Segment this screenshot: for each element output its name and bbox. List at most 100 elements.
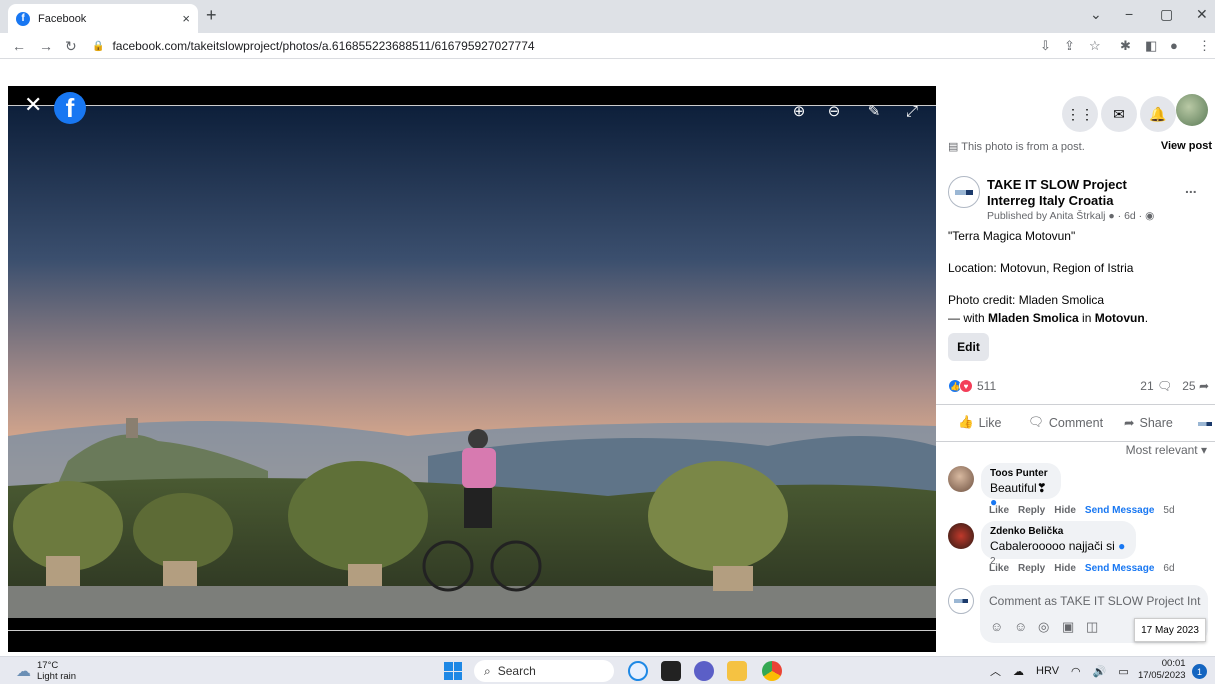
wifi-icon[interactable]: ◠ bbox=[1071, 665, 1081, 678]
chevron-up-icon[interactable]: ︿ bbox=[990, 663, 1001, 679]
edit-post-button[interactable]: Edit bbox=[948, 333, 989, 361]
view-post-link[interactable]: View post bbox=[1161, 140, 1212, 153]
reload-icon[interactable]: ↻ bbox=[65, 38, 77, 55]
notifications-bell-icon[interactable]: 🔔 bbox=[1140, 96, 1176, 132]
avatar-sticker-icon[interactable]: ☺ bbox=[990, 619, 1003, 634]
extensions-icon[interactable]: ✱ bbox=[1120, 38, 1131, 54]
reactions-count: 511 bbox=[977, 379, 997, 393]
weather-temp: 17°C bbox=[37, 660, 59, 671]
comment-input[interactable]: Comment as TAKE IT SLOW Project Int... bbox=[989, 594, 1201, 608]
comment-like-link[interactable]: Like bbox=[989, 505, 1009, 516]
with-prefix: — with bbox=[948, 311, 989, 325]
share-arrow-icon: ➦ bbox=[1198, 379, 1209, 393]
fullscreen-icon[interactable]: ⤢ bbox=[899, 98, 925, 124]
browser-menu-icon[interactable]: ⋮ bbox=[1198, 38, 1211, 54]
menu-grid-icon[interactable]: ⋮⋮ bbox=[1062, 96, 1098, 132]
window-close-button[interactable]: ✕ bbox=[1196, 6, 1208, 23]
comment-bubble: Zdenko Belička Cabalerooooo najjači si ●… bbox=[981, 521, 1136, 567]
side-panel-icon[interactable]: ◧ bbox=[1145, 38, 1157, 54]
comment-button[interactable]: 🗨 Comment bbox=[1028, 415, 1103, 430]
comment-sort-dropdown[interactable]: Most relevant ▾ bbox=[1126, 443, 1207, 457]
account-avatar[interactable] bbox=[1176, 94, 1208, 126]
browser-tab[interactable]: f Facebook × bbox=[8, 4, 198, 33]
tag-icon[interactable]: ✎ bbox=[861, 98, 887, 124]
weather-text: 17°C Light rain bbox=[37, 660, 76, 682]
page-avatar[interactable] bbox=[948, 176, 980, 208]
post-icon: ▤ bbox=[948, 141, 962, 153]
comment-hide-link[interactable]: Hide bbox=[1054, 505, 1076, 516]
viewer-bottom-divider bbox=[8, 630, 936, 631]
commenter-avatar[interactable] bbox=[948, 466, 974, 492]
page-identity-icon[interactable] bbox=[1198, 422, 1212, 426]
volume-icon[interactable]: 🔊 bbox=[1093, 665, 1107, 678]
close-viewer-button[interactable]: ✕ bbox=[24, 94, 42, 116]
sticker-icon[interactable]: ◫ bbox=[1086, 619, 1098, 635]
tagged-place-link[interactable]: Motovun bbox=[1095, 311, 1145, 325]
comment-like-link[interactable]: Like bbox=[989, 563, 1009, 574]
url-field[interactable]: 🔒 facebook.com/takeitslowproject/photos/… bbox=[92, 36, 1022, 56]
post-source-row: ▤ This photo is from a post. View post bbox=[948, 140, 1212, 153]
onedrive-icon[interactable]: ☁ bbox=[1013, 665, 1024, 678]
zoom-in-icon[interactable]: ⊕ bbox=[786, 98, 812, 124]
page-name-link[interactable]: TAKE IT SLOW Project Interreg Italy Croa… bbox=[987, 177, 1177, 209]
windows-start-icon[interactable] bbox=[444, 662, 462, 680]
comment-age[interactable]: 5d bbox=[1163, 505, 1174, 516]
zoom-out-icon[interactable]: ⊖ bbox=[821, 98, 847, 124]
forward-arrow-icon[interactable]: → bbox=[39, 38, 53, 54]
share-button[interactable]: ➦ Share bbox=[1124, 415, 1173, 431]
emoji-icon[interactable]: ☺ bbox=[1014, 619, 1027, 634]
sort-label: Most relevant bbox=[1125, 443, 1198, 457]
like-button[interactable]: 👍 Like bbox=[958, 415, 1002, 430]
camera-icon[interactable]: ◎ bbox=[1038, 619, 1049, 635]
comments-count[interactable]: 21 bbox=[1140, 379, 1153, 393]
send-message-link[interactable]: Send Message bbox=[1085, 505, 1154, 516]
chat-app-icon[interactable] bbox=[694, 661, 714, 681]
new-tab-button[interactable]: + bbox=[206, 5, 217, 26]
facebook-logo-icon[interactable]: f bbox=[54, 92, 86, 124]
tab-search-icon[interactable]: ⌄ bbox=[1090, 6, 1102, 23]
comment-age[interactable]: 6d bbox=[1163, 563, 1174, 574]
chrome-app-icon[interactable] bbox=[762, 661, 782, 681]
comment-reply-link[interactable]: Reply bbox=[1018, 563, 1045, 574]
battery-icon[interactable]: ▭ bbox=[1118, 665, 1128, 678]
back-arrow-icon[interactable]: ← bbox=[12, 38, 26, 54]
send-message-link[interactable]: Send Message bbox=[1085, 563, 1154, 574]
minimize-button[interactable]: − bbox=[1125, 6, 1133, 22]
weather-widget[interactable]: ☁ 17°C Light rain bbox=[16, 660, 76, 682]
commenter-name[interactable]: Toos Punter bbox=[990, 468, 1052, 479]
share-page-icon[interactable]: ⇪ bbox=[1064, 38, 1075, 54]
comment-actions: Like Reply Hide Send Message 6d bbox=[989, 563, 1175, 574]
caption-title: "Terra Magica Motovun" bbox=[948, 229, 1076, 243]
notification-badge[interactable]: 1 bbox=[1192, 664, 1207, 679]
with-tag-line: — with Mladen Smolica in Motovun. bbox=[948, 311, 1148, 325]
messenger-icon[interactable]: ✉ bbox=[1101, 96, 1137, 132]
file-explorer-icon[interactable] bbox=[727, 661, 747, 681]
taskbar-search[interactable]: ⌕ Search bbox=[474, 660, 614, 682]
info-icon: ● bbox=[1108, 210, 1115, 222]
gif-icon[interactable]: ▣ bbox=[1062, 619, 1074, 635]
taskbar-clock[interactable]: 00:01 17/05/2023 bbox=[1138, 658, 1186, 682]
search-icon: ⌕ bbox=[484, 663, 491, 678]
caption-credit: Photo credit: Mladen Smolica bbox=[948, 293, 1105, 307]
bing-app-icon[interactable] bbox=[628, 661, 648, 681]
language-indicator[interactable]: HRV bbox=[1036, 665, 1059, 677]
post-options-button[interactable]: ... bbox=[1185, 180, 1197, 196]
task-view-icon[interactable] bbox=[661, 661, 681, 681]
commenter-avatar[interactable] bbox=[948, 523, 974, 549]
bookmark-star-icon[interactable]: ☆ bbox=[1089, 38, 1101, 54]
published-by-text: Published by Anita Štrkalj bbox=[987, 210, 1106, 222]
address-bar: ← → ↻ 🔒 facebook.com/takeitslowproject/p… bbox=[0, 33, 1215, 59]
profile-icon[interactable]: ● bbox=[1170, 38, 1178, 53]
maximize-button[interactable]: ▢ bbox=[1160, 6, 1173, 23]
thumbs-up-icon: 👍 bbox=[958, 415, 974, 429]
install-app-icon[interactable]: ⇩ bbox=[1040, 38, 1051, 54]
shares-count[interactable]: 25 bbox=[1182, 379, 1195, 393]
tagged-person-link[interactable]: Mladen Smolica bbox=[988, 311, 1079, 325]
tab-close-button[interactable]: × bbox=[182, 11, 190, 26]
comment-hide-link[interactable]: Hide bbox=[1054, 563, 1076, 574]
weather-cloud-icon: ☁ bbox=[16, 663, 31, 680]
weather-condition: Light rain bbox=[37, 671, 77, 682]
reactions-summary[interactable]: 👍 ♥ 511 bbox=[948, 379, 996, 393]
comment-reply-link[interactable]: Reply bbox=[1018, 505, 1045, 516]
commenter-name[interactable]: Zdenko Belička bbox=[990, 526, 1127, 537]
